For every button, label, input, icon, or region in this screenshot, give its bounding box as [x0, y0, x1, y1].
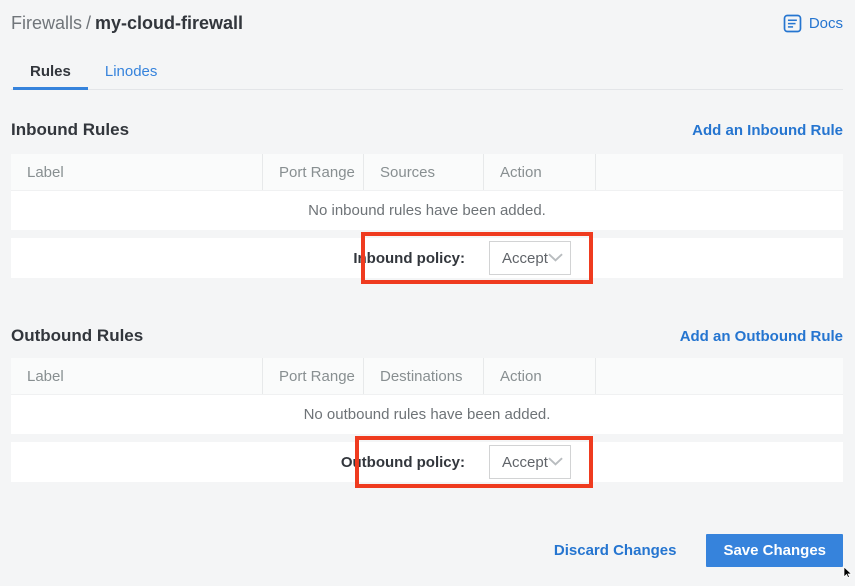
inbound-column-sources: Sources	[363, 154, 483, 190]
inbound-policy-value: Accept	[502, 250, 548, 267]
inbound-column-action: Action	[483, 154, 595, 190]
add-outbound-rule-link[interactable]: Add an Outbound Rule	[680, 328, 843, 345]
chevron-down-icon	[548, 453, 563, 471]
save-changes-button[interactable]: Save Changes	[706, 534, 843, 567]
outbound-policy-value: Accept	[502, 454, 548, 471]
docs-link-label: Docs	[809, 15, 843, 32]
inbound-policy-select[interactable]: Accept	[489, 241, 571, 275]
discard-changes-button[interactable]: Discard Changes	[554, 542, 677, 559]
outbound-column-port: Port Range	[262, 358, 363, 394]
inbound-empty-message: No inbound rules have been added.	[308, 202, 546, 219]
breadcrumb-current-firewall: my-cloud-firewall	[95, 13, 243, 33]
outbound-table-header: Label Port Range Destinations Action	[11, 358, 843, 394]
outbound-column-action: Action	[483, 358, 595, 394]
inbound-column-label: Label	[11, 154, 262, 190]
row-divider	[11, 230, 843, 238]
outbound-column-spacer	[595, 358, 843, 394]
tab-bar: Rules Linodes	[11, 57, 843, 90]
inbound-policy-row: Inbound policy: Accept	[11, 238, 843, 278]
tab-rules[interactable]: Rules	[13, 57, 88, 89]
docs-link[interactable]: Docs	[783, 14, 843, 33]
breadcrumb-firewalls-link[interactable]: Firewalls	[11, 13, 82, 33]
inbound-column-port: Port Range	[262, 154, 363, 190]
outbound-rules-table: Label Port Range Destinations Action No …	[11, 358, 843, 482]
outbound-column-label: Label	[11, 358, 262, 394]
chevron-down-icon	[548, 249, 563, 267]
row-divider	[11, 434, 843, 442]
inbound-policy-label: Inbound policy:	[353, 250, 465, 267]
outbound-section-header: Outbound Rules Add an Outbound Rule	[11, 326, 843, 346]
outbound-policy-label: Outbound policy:	[341, 454, 465, 471]
docs-icon	[783, 14, 802, 33]
inbound-empty-row: No inbound rules have been added.	[11, 190, 843, 230]
tab-linodes[interactable]: Linodes	[88, 57, 175, 89]
inbound-column-spacer	[595, 154, 843, 190]
mouse-cursor-artifact	[843, 565, 854, 583]
outbound-empty-message: No outbound rules have been added.	[304, 406, 551, 423]
outbound-policy-row: Outbound policy: Accept	[11, 442, 843, 482]
breadcrumb: Firewalls/my-cloud-firewall	[11, 10, 243, 36]
breadcrumb-separator: /	[82, 13, 95, 33]
outbound-empty-row: No outbound rules have been added.	[11, 394, 843, 434]
add-inbound-rule-link[interactable]: Add an Inbound Rule	[692, 122, 843, 139]
inbound-section-header: Inbound Rules Add an Inbound Rule	[11, 120, 843, 140]
inbound-table-header: Label Port Range Sources Action	[11, 154, 843, 190]
firewall-detail-page: Firewalls/my-cloud-firewall Docs Rules L…	[0, 0, 855, 567]
inbound-rules-table: Label Port Range Sources Action No inbou…	[11, 154, 843, 278]
outbound-policy-select[interactable]: Accept	[489, 445, 571, 479]
outbound-rules-title: Outbound Rules	[11, 326, 143, 346]
top-bar: Firewalls/my-cloud-firewall Docs	[11, 10, 843, 36]
outbound-column-destinations: Destinations	[363, 358, 483, 394]
form-actions: Discard Changes Save Changes	[11, 534, 843, 567]
inbound-rules-title: Inbound Rules	[11, 120, 129, 140]
